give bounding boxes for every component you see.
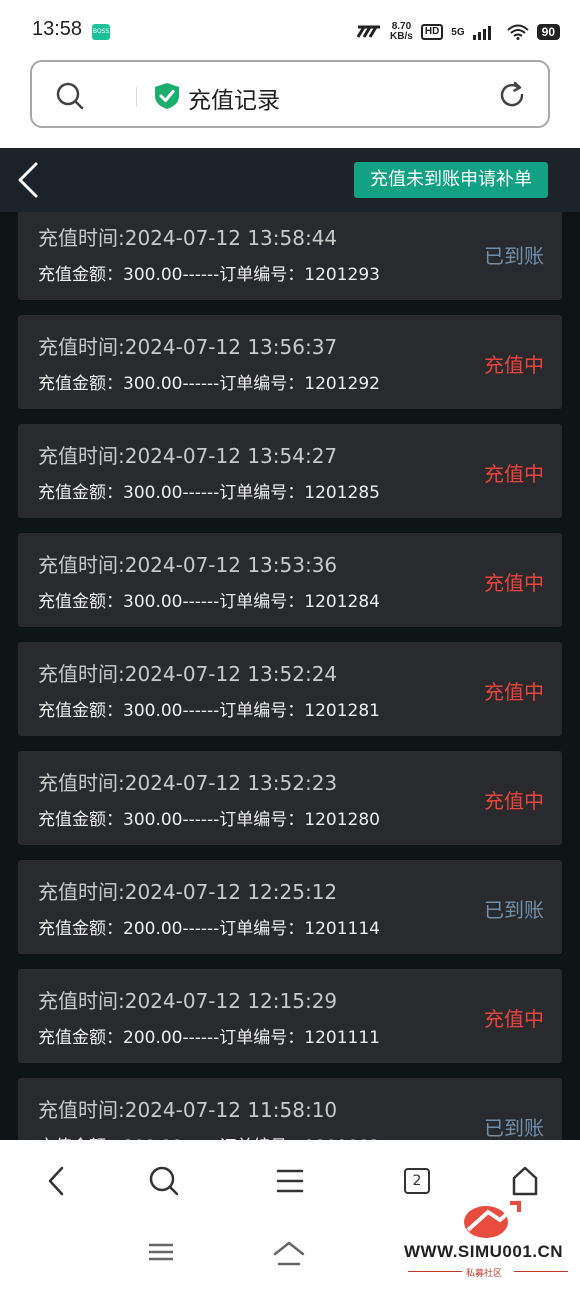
page-title: 充值记录 xyxy=(188,88,280,114)
security-shield-icon xyxy=(155,83,179,109)
record-time: 充值时间:2024-07-12 13:53:36 xyxy=(38,553,338,577)
menu-icon[interactable] xyxy=(276,1164,304,1198)
record-time: 充值时间:2024-07-12 13:52:24 xyxy=(38,662,338,686)
home-icon[interactable] xyxy=(510,1164,540,1198)
network-speed: 8.70 KB/s xyxy=(390,21,413,42)
record-amount-order: 充值金额：100.00------订单编号：1201083 xyxy=(38,1132,380,1140)
watermark: WWW.SIMU001.CN 私募社区 xyxy=(404,1200,574,1285)
record-status: 充值中 xyxy=(484,680,544,704)
cell-signal-icon xyxy=(472,26,491,40)
search-icon[interactable] xyxy=(56,82,84,110)
record-card[interactable]: 充值时间:2024-07-12 12:25:12 充值金额：200.00-----… xyxy=(18,860,562,954)
record-time: 充值时间:2024-07-12 12:25:12 xyxy=(38,880,338,904)
record-status: 充值中 xyxy=(484,1007,544,1031)
record-card[interactable]: 充值时间:2024-07-12 13:54:27 充值金额：300.00-----… xyxy=(18,424,562,518)
record-card[interactable]: 充值时间:2024-07-12 13:58:44 充值金额：300.00-----… xyxy=(18,212,562,300)
record-card[interactable]: 充值时间:2024-07-12 11:58:10 充值金额：100.00-----… xyxy=(18,1078,562,1140)
record-status: 充值中 xyxy=(484,571,544,595)
wifi-icon xyxy=(506,24,529,40)
record-amount-order: 充值金额：200.00------订单编号：1201111 xyxy=(38,1028,380,1048)
record-status: 充值中 xyxy=(484,789,544,813)
page-header: 充值未到账申请补单 xyxy=(0,148,580,212)
carrier-logo-icon xyxy=(356,25,381,38)
status-bar: 13:58 BOSS直聘 8.70 KB/s HD 5G 90 xyxy=(0,0,580,58)
watermark-subtitle: 私募社区 xyxy=(466,1269,503,1279)
record-card[interactable]: 充值时间:2024-07-12 12:15:29 充值金额：200.00-----… xyxy=(18,969,562,1063)
record-amount-order: 充值金额：300.00------订单编号：1201292 xyxy=(38,374,380,394)
address-bar[interactable]: 充值记录 xyxy=(30,60,550,128)
tab-count-button[interactable]: 2 xyxy=(404,1168,430,1194)
record-status: 已到账 xyxy=(484,898,544,922)
reload-icon[interactable] xyxy=(498,81,526,109)
record-time: 充值时间:2024-07-12 13:56:37 xyxy=(38,335,338,359)
hd-voice-badge: HD xyxy=(420,24,444,40)
back-arrow-icon[interactable] xyxy=(16,162,40,198)
record-status: 已到账 xyxy=(484,244,544,268)
record-amount-order: 充值金额：300.00------订单编号：1201285 xyxy=(38,483,380,503)
network-type: 5G xyxy=(451,26,465,38)
watermark-line-right xyxy=(514,1271,568,1272)
watermark-url: WWW.SIMU001.CN xyxy=(404,1242,564,1261)
record-status: 已到账 xyxy=(484,1116,544,1140)
status-time: 13:58 xyxy=(32,18,83,40)
watermark-line-left xyxy=(408,1271,462,1272)
record-card[interactable]: 充值时间:2024-07-12 13:56:37 充值金额：300.00-----… xyxy=(18,315,562,409)
record-amount-order: 充值金额：300.00------订单编号：1201280 xyxy=(38,810,380,830)
status-indicators: 8.70 KB/s HD 5G 90 xyxy=(356,20,560,44)
system-home-icon[interactable] xyxy=(272,1240,306,1266)
browser-bottom-bar: 2 WWW.SIMU001.CN 私募社区 xyxy=(0,1140,580,1289)
system-recents-icon[interactable] xyxy=(148,1240,174,1264)
browser-search-icon[interactable] xyxy=(148,1164,180,1198)
browser-back-icon[interactable] xyxy=(44,1164,68,1198)
recharge-records-list[interactable]: 充值时间:2024-07-12 13:58:44 充值金额：300.00-----… xyxy=(0,212,580,1140)
record-time: 充值时间:2024-07-12 13:52:23 xyxy=(38,771,338,795)
boss-app-icon: BOSS直聘 xyxy=(92,24,110,51)
record-amount-order: 充值金额：300.00------订单编号：1201284 xyxy=(38,592,380,612)
record-amount-order: 充值金额：200.00------订单编号：1201114 xyxy=(38,919,380,939)
record-time: 充值时间:2024-07-12 12:15:29 xyxy=(38,989,338,1013)
watermark-logo-icon xyxy=(464,1201,521,1238)
apply-missing-recharge-button[interactable]: 充值未到账申请补单 xyxy=(354,162,548,198)
record-status: 充值中 xyxy=(484,462,544,486)
record-time: 充值时间:2024-07-12 13:58:44 xyxy=(38,226,338,250)
address-divider xyxy=(136,87,137,107)
record-time: 充值时间:2024-07-12 13:54:27 xyxy=(38,444,338,468)
record-status: 充值中 xyxy=(484,353,544,377)
record-amount-order: 充值金额：300.00------订单编号：1201281 xyxy=(38,701,380,721)
record-card[interactable]: 充值时间:2024-07-12 13:53:36 充值金额：300.00-----… xyxy=(18,533,562,627)
record-amount-order: 充值金额：300.00------订单编号：1201293 xyxy=(38,265,380,285)
browser-address-area: 充值记录 xyxy=(0,58,580,148)
battery-level: 90 xyxy=(536,24,560,40)
record-time: 充值时间:2024-07-12 11:58:10 xyxy=(38,1098,338,1122)
record-card[interactable]: 充值时间:2024-07-12 13:52:24 充值金额：300.00-----… xyxy=(18,642,562,736)
record-card[interactable]: 充值时间:2024-07-12 13:52:23 充值金额：300.00-----… xyxy=(18,751,562,845)
